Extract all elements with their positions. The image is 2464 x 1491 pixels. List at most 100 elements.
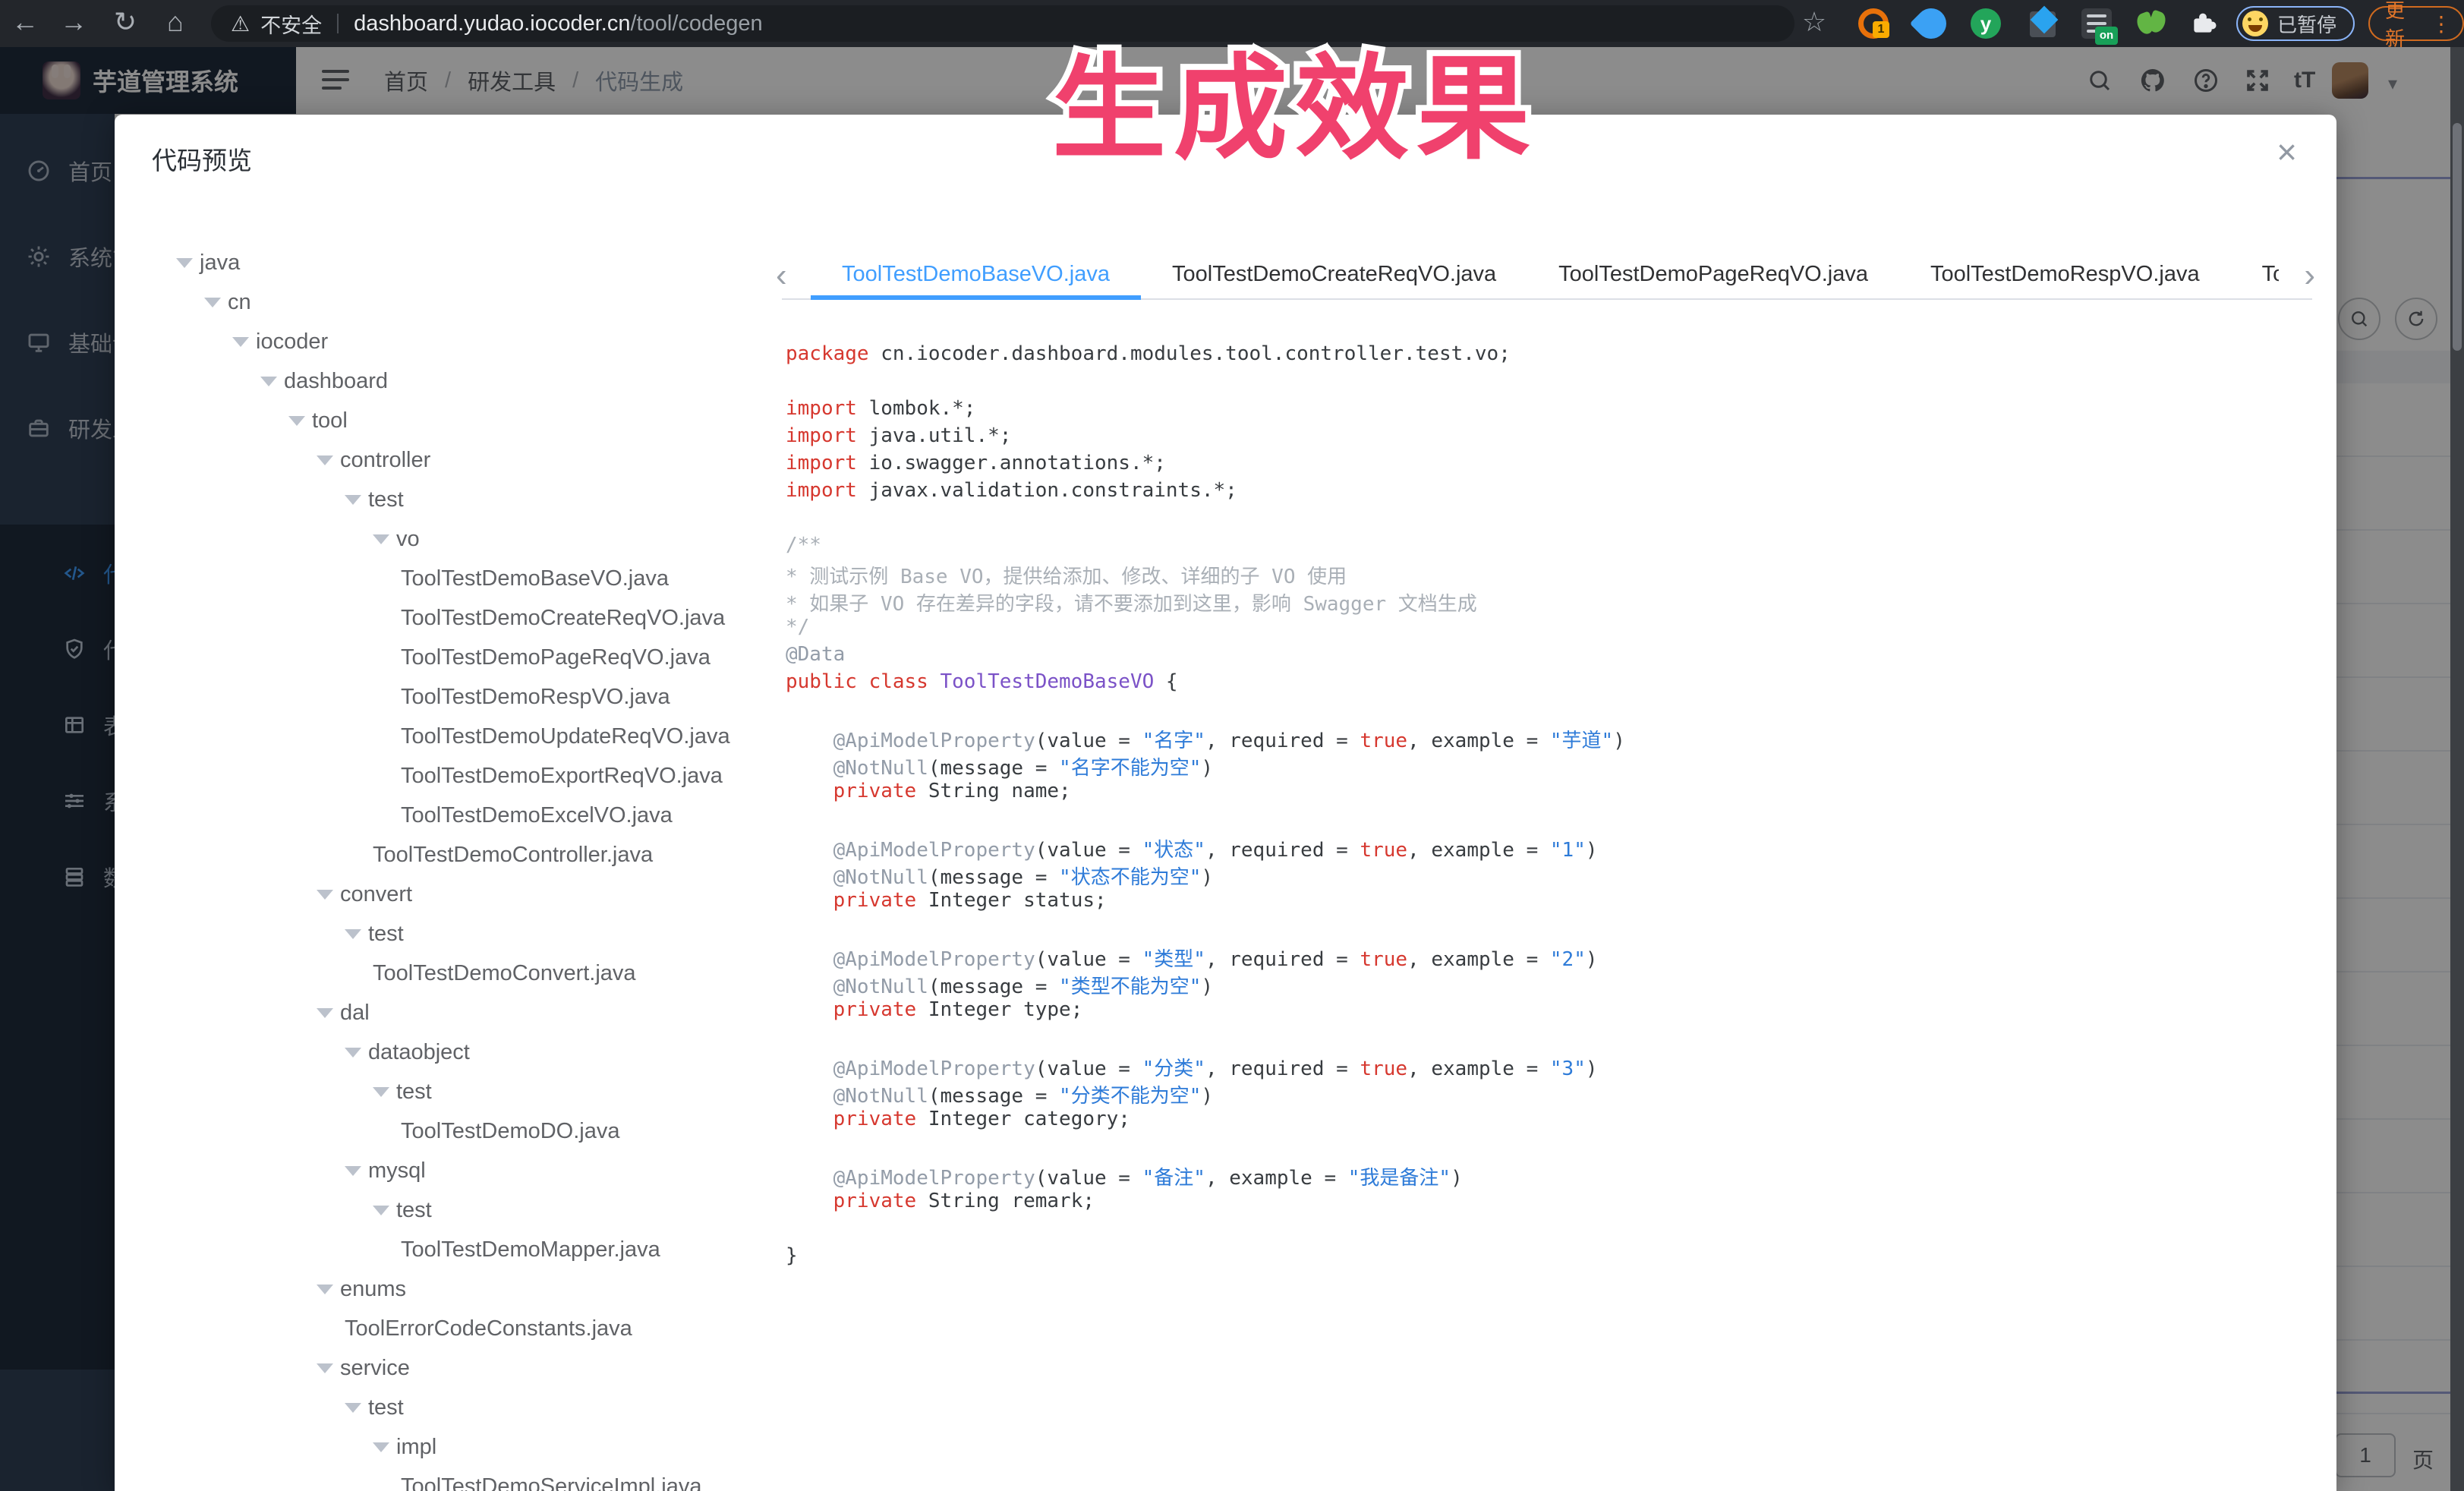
- tree-folder[interactable]: tool: [115, 401, 775, 440]
- tree-file[interactable]: ToolTestDemoPageReqVO.java: [115, 638, 775, 677]
- tree-expand-caret-icon[interactable]: [373, 1206, 389, 1215]
- extension-diamond-icon[interactable]: [2028, 8, 2059, 39]
- security-label: 不安全: [260, 9, 322, 39]
- tree-file[interactable]: ToolTestDemoExcelVO.java: [115, 796, 775, 835]
- scrollbar-thumb[interactable]: [2453, 123, 2462, 351]
- tree-folder[interactable]: service: [115, 1348, 775, 1388]
- file-tab[interactable]: ToolTe: [2231, 251, 2279, 300]
- code-preview-dialog: 代码预览 × javacniocoderdashboardtoolcontrol…: [115, 115, 2336, 1491]
- file-tabs: ‹ ToolTestDemoBaseVO.javaToolTestDemoCre…: [782, 251, 2312, 300]
- tree-node-label: controller: [340, 448, 430, 473]
- code-line: [786, 370, 2296, 397]
- tree-node-label: ToolTestDemoConvert.java: [373, 961, 636, 986]
- tree-file[interactable]: ToolTestDemoController.java: [115, 835, 775, 875]
- tree-expand-caret-icon[interactable]: [232, 337, 249, 347]
- tree-file[interactable]: ToolTestDemoRespVO.java: [115, 677, 775, 717]
- tree-expand-caret-icon[interactable]: [317, 1285, 333, 1294]
- browser-back-icon[interactable]: ←: [6, 0, 44, 47]
- tree-file[interactable]: ToolTestDemoDO.java: [115, 1111, 775, 1151]
- tree-expand-caret-icon[interactable]: [288, 416, 305, 426]
- file-tab[interactable]: ToolTestDemoPageReqVO.java: [1527, 251, 1899, 300]
- tree-node-label: service: [340, 1356, 410, 1381]
- tree-folder[interactable]: test: [115, 1190, 775, 1230]
- page-scrollbar[interactable]: [2450, 47, 2464, 1491]
- extension-orange-ring-icon[interactable]: 1: [1858, 8, 1889, 39]
- tree-expand-caret-icon[interactable]: [176, 258, 193, 268]
- tree-folder[interactable]: convert: [115, 875, 775, 914]
- tabs-next-icon[interactable]: ›: [2304, 256, 2315, 295]
- address-bar[interactable]: ⚠ 不安全 dashboard.yudao.iocoder.cn/tool/co…: [211, 5, 1794, 42]
- tree-folder[interactable]: test: [115, 914, 775, 954]
- tree-file[interactable]: ToolTestDemoMapper.java: [115, 1230, 775, 1269]
- code-line: /**: [786, 534, 2296, 561]
- tree-node-label: ToolTestDemoMapper.java: [401, 1237, 660, 1262]
- browser-forward-icon[interactable]: →: [55, 0, 93, 47]
- file-tab[interactable]: ToolTestDemoRespVO.java: [1899, 251, 2231, 300]
- code-line: import lombok.*;: [786, 397, 2296, 424]
- tree-expand-caret-icon[interactable]: [345, 495, 361, 505]
- tree-expand-caret-icon[interactable]: [373, 1442, 389, 1452]
- tree-folder[interactable]: dashboard: [115, 361, 775, 401]
- tree-folder[interactable]: dataobject: [115, 1032, 775, 1072]
- tree-expand-caret-icon[interactable]: [317, 1008, 333, 1018]
- tree-folder[interactable]: test: [115, 480, 775, 519]
- code-line: @ApiModelProperty(value = "备注", example …: [786, 1162, 2296, 1190]
- code-line: @ApiModelProperty(value = "分类", required…: [786, 1053, 2296, 1080]
- extension-sprout-icon[interactable]: [2136, 8, 2166, 39]
- address-divider: [337, 14, 339, 33]
- browser-menu-kebab-icon[interactable]: ⋮: [2431, 11, 2452, 36]
- tree-folder[interactable]: dal: [115, 993, 775, 1032]
- tree-expand-caret-icon[interactable]: [317, 1363, 333, 1373]
- tree-folder[interactable]: enums: [115, 1269, 775, 1309]
- tree-expand-caret-icon[interactable]: [317, 455, 333, 465]
- tree-node-label: test: [396, 1198, 432, 1223]
- tree-file[interactable]: ToolTestDemoServiceImpl.java: [115, 1467, 775, 1491]
- code-line: @NotNull(message = "名字不能为空"): [786, 752, 2296, 780]
- code-viewer[interactable]: package cn.iocoder.dashboard.modules.too…: [786, 342, 2296, 1272]
- tree-expand-caret-icon[interactable]: [345, 1403, 361, 1413]
- tree-file[interactable]: ToolErrorCodeConstants.java: [115, 1309, 775, 1348]
- bookmark-star-icon[interactable]: ☆: [1798, 0, 1831, 47]
- tree-folder[interactable]: test: [115, 1072, 775, 1111]
- tree-folder[interactable]: java: [115, 243, 775, 282]
- tree-file[interactable]: ToolTestDemoConvert.java: [115, 954, 775, 993]
- browser-update-button[interactable]: 更新 ⋮: [2368, 6, 2464, 41]
- tree-folder[interactable]: iocoder: [115, 322, 775, 361]
- tree-folder[interactable]: cn: [115, 282, 775, 322]
- tree-expand-caret-icon[interactable]: [373, 534, 389, 544]
- extension-list-icon[interactable]: on: [2081, 8, 2112, 39]
- tree-folder[interactable]: vo: [115, 519, 775, 559]
- file-tab[interactable]: ToolTestDemoBaseVO.java: [811, 251, 1141, 300]
- extension-green-circle-icon[interactable]: y: [1971, 8, 2001, 39]
- tree-file[interactable]: ToolTestDemoExportReqVO.java: [115, 756, 775, 796]
- tree-file[interactable]: ToolTestDemoBaseVO.java: [115, 559, 775, 598]
- tree-node-label: ToolTestDemoUpdateReqVO.java: [401, 724, 730, 749]
- tree-expand-caret-icon[interactable]: [345, 1166, 361, 1176]
- tree-file[interactable]: ToolTestDemoCreateReqVO.java: [115, 598, 775, 638]
- tree-expand-caret-icon[interactable]: [373, 1087, 389, 1097]
- browser-profile-chip[interactable]: 已暂停: [2236, 6, 2355, 41]
- close-icon[interactable]: ×: [2277, 134, 2297, 169]
- browser-reload-icon[interactable]: ↻: [106, 0, 144, 47]
- extension-drop-icon[interactable]: [1910, 2, 1953, 46]
- file-tab[interactable]: ToolTestDemoCreateReqVO.java: [1141, 251, 1527, 300]
- code-line: private String name;: [786, 780, 2296, 807]
- code-line: private String remark;: [786, 1190, 2296, 1217]
- code-line: [786, 698, 2296, 725]
- tree-folder[interactable]: controller: [115, 440, 775, 480]
- tabs-prev-icon[interactable]: ‹: [776, 256, 787, 295]
- tree-expand-caret-icon[interactable]: [204, 298, 221, 307]
- tree-folder[interactable]: test: [115, 1388, 775, 1427]
- browser-home-icon[interactable]: ⌂: [156, 0, 194, 47]
- tree-node-label: mysql: [368, 1158, 426, 1184]
- tree-node-label: ToolTestDemoServiceImpl.java: [401, 1474, 701, 1491]
- tree-file[interactable]: ToolTestDemoUpdateReqVO.java: [115, 717, 775, 756]
- tree-expand-caret-icon[interactable]: [260, 377, 277, 386]
- tree-expand-caret-icon[interactable]: [317, 890, 333, 900]
- tree-node-label: ToolTestDemoCreateReqVO.java: [401, 606, 725, 631]
- tree-expand-caret-icon[interactable]: [345, 1048, 361, 1058]
- tree-folder[interactable]: impl: [115, 1427, 775, 1467]
- tree-expand-caret-icon[interactable]: [345, 929, 361, 939]
- tree-folder[interactable]: mysql: [115, 1151, 775, 1190]
- extensions-puzzle-icon[interactable]: [2188, 8, 2218, 39]
